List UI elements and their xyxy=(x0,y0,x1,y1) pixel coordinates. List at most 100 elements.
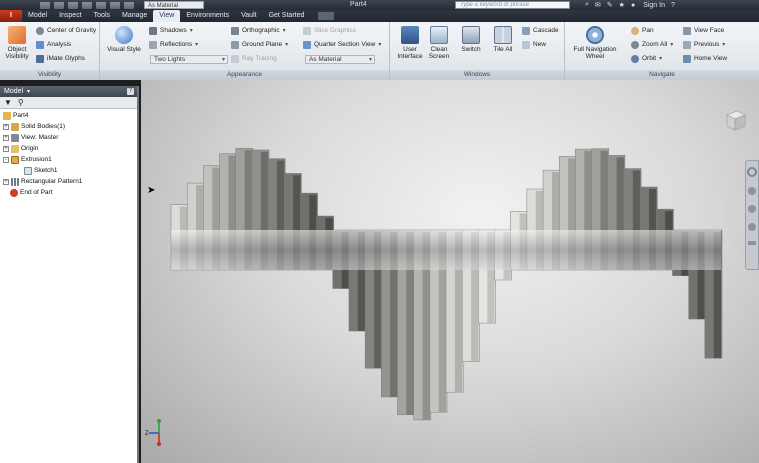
extrusion-slabs xyxy=(170,147,723,421)
steering-wheel-icon[interactable] xyxy=(747,167,757,177)
object-visibility-button[interactable]: Object Visibility xyxy=(3,26,31,60)
tile-all-button[interactable]: Tile All xyxy=(490,26,516,53)
help-icon[interactable]: ? xyxy=(671,2,675,9)
quarter-section-view-button[interactable]: Quarter Section View ▾ xyxy=(303,41,381,49)
tree-node-label: End of Part xyxy=(20,189,53,196)
full-navigation-wheel-button[interactable]: Full Navigation Wheel xyxy=(569,26,621,60)
browser-header: Model ▾ ? xyxy=(0,86,137,97)
zoom-all-button[interactable]: Zoom All ▾ xyxy=(631,41,673,49)
material-combo[interactable]: As Material xyxy=(305,55,375,64)
browser-title[interactable]: Model xyxy=(4,88,23,95)
pan-nav-icon[interactable] xyxy=(748,187,756,195)
orthographic-button[interactable]: Orthographic ▾ xyxy=(231,27,286,35)
redo-icon[interactable] xyxy=(96,1,106,9)
clean-screen-button[interactable]: Clean Screen xyxy=(426,26,452,60)
reflections-icon xyxy=(149,41,157,49)
reflections-label: Reflections xyxy=(160,41,193,48)
view-face-button[interactable]: View Face xyxy=(683,27,724,35)
viewcube[interactable] xyxy=(723,108,747,132)
tab-model[interactable]: Model xyxy=(22,10,53,22)
tree-node-origin[interactable]: + Origin xyxy=(3,145,38,153)
tree-node-solid-bodies[interactable]: + Solid Bodies(1) xyxy=(3,123,65,131)
find-binoculars-icon[interactable]: ⚲ xyxy=(18,98,24,107)
expand-icon[interactable]: + xyxy=(3,124,9,130)
user-interface-button[interactable]: User Interface xyxy=(394,26,426,60)
tree-node-sketch[interactable]: Sketch1 xyxy=(24,167,58,175)
tab-view[interactable]: View xyxy=(153,10,181,22)
expand-icon[interactable]: + xyxy=(3,179,9,185)
orthographic-label: Orthographic xyxy=(242,27,280,34)
browser-help-button[interactable]: ? xyxy=(127,88,134,95)
tree-node-part[interactable]: Part4 xyxy=(3,112,29,120)
home-view-button[interactable]: Home View xyxy=(683,55,727,63)
reflections-button[interactable]: Reflections ▾ xyxy=(149,41,198,49)
tab-tools[interactable]: Tools xyxy=(88,10,116,22)
ribbon-display-toggle[interactable] xyxy=(318,12,335,20)
tools-icon[interactable]: ✎ xyxy=(607,1,613,9)
switch-button[interactable]: Switch xyxy=(458,26,484,53)
lights-combo[interactable]: Two Lights xyxy=(150,55,228,64)
binoculars-icon[interactable]: ⌕ xyxy=(585,1,589,9)
save-icon[interactable] xyxy=(68,1,78,9)
new-window-button[interactable]: New xyxy=(522,41,546,49)
expand-icon[interactable]: + xyxy=(3,146,9,152)
communication-icon[interactable]: ✉ xyxy=(595,1,601,9)
undo-icon[interactable] xyxy=(82,1,92,9)
tab-vault[interactable]: Vault xyxy=(235,10,262,22)
view-face-icon xyxy=(683,27,691,35)
ribbon: Object Visibility Center of Gravity Anal… xyxy=(0,22,759,80)
browser-toolbar: ▼ ⚲ xyxy=(0,97,137,109)
user-icon[interactable]: ● xyxy=(631,2,635,9)
imate-glyphs-button[interactable]: iMate Glyphs xyxy=(36,55,85,63)
browser-menu-chevron-icon[interactable]: ▾ xyxy=(27,89,30,95)
orbit-button[interactable]: Orbit ▾ xyxy=(631,55,662,63)
center-of-gravity-button[interactable]: Center of Gravity xyxy=(36,27,96,35)
tab-manage[interactable]: Manage xyxy=(116,10,153,22)
visibility-panel: Object Visibility Center of Gravity Anal… xyxy=(0,22,100,80)
reflections-dropdown-icon: ▾ xyxy=(195,42,199,48)
pan-button[interactable]: Pan xyxy=(631,27,654,35)
ground-plane-button[interactable]: Ground Plane ▾ xyxy=(231,41,288,49)
tab-environments[interactable]: Environments xyxy=(180,10,235,22)
zoom-dropdown-icon: ▾ xyxy=(670,42,674,48)
analysis-icon xyxy=(36,41,44,49)
tab-inspect[interactable]: Inspect xyxy=(53,10,88,22)
shadows-button[interactable]: Shadows ▾ xyxy=(149,27,193,35)
center-of-gravity-icon xyxy=(36,27,44,35)
previous-view-icon xyxy=(683,41,691,49)
material-dropdown[interactable]: As Material xyxy=(144,1,204,9)
cascade-button[interactable]: Cascade xyxy=(522,27,559,35)
ray-tracing-button[interactable]: Ray Tracing xyxy=(231,55,277,63)
previous-view-button[interactable]: Previous ▾ xyxy=(683,41,725,49)
sign-in-link[interactable]: Sign In xyxy=(643,2,665,9)
tree-node-rectangular-pattern[interactable]: + Rectangular Pattern1 xyxy=(3,178,82,186)
collapse-icon[interactable]: - xyxy=(3,157,9,163)
quarter-section-view-label: Quarter Section View xyxy=(314,41,376,48)
search-input[interactable]: Type a keyword or phrase xyxy=(455,1,570,9)
zoom-nav-icon[interactable] xyxy=(748,205,756,213)
open-icon[interactable] xyxy=(54,1,64,9)
filter-icon[interactable]: ▼ xyxy=(4,98,12,107)
extrusion-center-band xyxy=(171,230,721,270)
tree-node-extrusion[interactable]: - Extrusion1 xyxy=(3,156,52,164)
orbit-nav-icon[interactable] xyxy=(748,223,756,231)
look-at-nav-icon[interactable] xyxy=(748,241,756,245)
switch-icon xyxy=(462,26,480,44)
expand-icon[interactable]: + xyxy=(3,135,9,141)
favorites-icon[interactable]: ★ xyxy=(619,1,625,9)
patterned-sine-extrusion[interactable] xyxy=(141,80,759,463)
update-icon[interactable] xyxy=(110,1,120,9)
application-menu-button[interactable]: I xyxy=(0,10,22,22)
new-icon[interactable] xyxy=(40,1,50,9)
tab-get-started[interactable]: Get Started xyxy=(263,10,311,22)
tree-node-view-master[interactable]: + View: Master xyxy=(3,134,58,142)
analysis-button[interactable]: Analysis xyxy=(36,41,71,49)
navigation-bar[interactable] xyxy=(745,160,759,270)
pan-hand-icon xyxy=(631,27,639,35)
slice-graphics-button[interactable]: Slice Graphics xyxy=(303,27,356,35)
select-icon[interactable] xyxy=(124,1,134,9)
tree-node-end-of-part[interactable]: End of Part xyxy=(10,189,53,197)
graphics-window[interactable]: Z ➤ xyxy=(141,80,759,463)
visual-style-button[interactable]: Visual Style xyxy=(106,26,142,53)
visibility-panel-title: Visibility xyxy=(0,70,99,80)
